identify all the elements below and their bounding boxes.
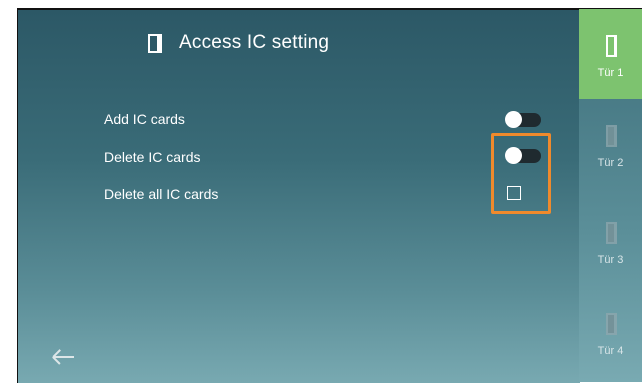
tab-label: Tür 2 — [597, 157, 624, 169]
page-title: Access IC setting — [179, 32, 330, 53]
delete-ic-cards-label: Delete IC cards — [104, 149, 201, 165]
door-icon — [148, 33, 162, 53]
page-header: Access IC setting — [148, 31, 329, 55]
highlight-box — [491, 133, 551, 214]
delete-all-ic-cards-label: Delete all IC cards — [104, 186, 219, 202]
tab-tur-3[interactable]: Tür 3 — [579, 196, 642, 286]
add-ic-cards-label: Add IC cards — [104, 111, 185, 127]
back-arrow-icon[interactable] — [52, 347, 76, 367]
tab-tur-4[interactable]: Tür 4 — [579, 287, 642, 377]
door-icon — [606, 313, 617, 335]
tab-label: Tür 3 — [597, 254, 624, 266]
tab-label: Tür 1 — [597, 67, 624, 79]
door-icon — [606, 125, 617, 147]
toggle-knob — [505, 111, 522, 128]
tab-tur-1[interactable]: Tür 1 — [579, 9, 642, 99]
door-icon — [606, 222, 617, 244]
door-icon — [606, 35, 617, 57]
tab-label: Tür 4 — [597, 345, 624, 357]
add-ic-cards-toggle[interactable] — [505, 111, 541, 128]
door-sidebar: Tür 1 Tür 2 Tür 3 Tür 4 — [579, 9, 642, 382]
screen: Access IC setting Add IC cards Delete IC… — [0, 0, 642, 383]
tab-tur-2[interactable]: Tür 2 — [579, 99, 642, 189]
